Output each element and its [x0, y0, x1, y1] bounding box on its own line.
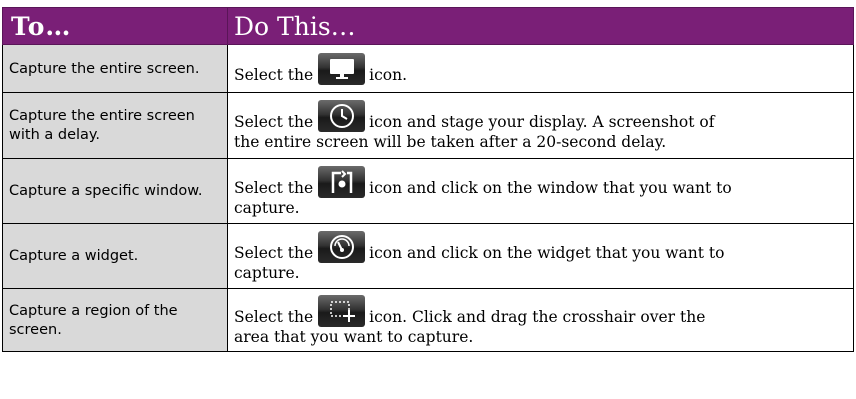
column-header-do-this: Do This…	[227, 7, 854, 45]
table-row: Capture the entire screen with a delay. …	[2, 92, 854, 159]
table-row: Capture a widget. Select the icon and cl…	[2, 223, 854, 289]
instruction-continuation: area that you want to capture.	[234, 327, 474, 346]
instruction-text: Select the	[234, 113, 314, 131]
instruction-cell: Select the icon.	[227, 44, 854, 93]
instruction-text: icon and stage your display. A screensho…	[369, 113, 715, 131]
table-row: Capture a region of the screen. Select t…	[2, 288, 854, 352]
instruction-cell: Select the icon and click on the widget …	[227, 223, 854, 289]
instruction-cell: Select the icon and stage your display. …	[227, 92, 854, 159]
instruction-text: icon.	[369, 66, 408, 84]
task-cell: Capture a region of the screen.	[2, 288, 228, 352]
monitor-icon	[318, 53, 366, 85]
instruction-text: icon and click on the widget that you wa…	[369, 243, 725, 262]
capture-options-table: To… Do This… Capture the entire screen. …	[2, 7, 854, 352]
window-capture-icon	[318, 165, 366, 198]
clock-icon	[318, 100, 366, 132]
instruction-continuation: the entire screen will be taken after a …	[234, 133, 667, 151]
instruction-text: Select the	[234, 66, 314, 84]
region-crosshair-icon	[318, 294, 366, 327]
instruction-text: icon and click on the window that you wa…	[369, 178, 732, 197]
instruction-continuation: capture.	[234, 263, 300, 282]
instruction-text: Select the	[234, 243, 314, 262]
task-cell: Capture a specific window.	[2, 158, 228, 224]
instruction-text: icon. Click and drag the crosshair over …	[369, 307, 706, 326]
task-cell: Capture the entire screen with a delay.	[2, 92, 228, 159]
task-cell: Capture the entire screen.	[2, 44, 228, 93]
cropped-heading	[0, 0, 856, 7]
table-header-row: To… Do This…	[2, 7, 854, 45]
widget-gauge-icon	[318, 230, 366, 263]
instruction-cell: Select the icon. Click and drag the cros…	[227, 288, 854, 352]
table-row: Capture a specific window. Select the ic…	[2, 158, 854, 224]
task-cell: Capture a widget.	[2, 223, 228, 289]
instruction-text: Select the	[234, 307, 314, 326]
table-row: Capture the entire screen. Select the ic…	[2, 44, 854, 93]
instruction-text: Select the	[234, 178, 314, 197]
column-header-to: To…	[2, 7, 228, 45]
instruction-cell: Select the icon and click on the window …	[227, 158, 854, 224]
instruction-continuation: capture.	[234, 198, 300, 217]
